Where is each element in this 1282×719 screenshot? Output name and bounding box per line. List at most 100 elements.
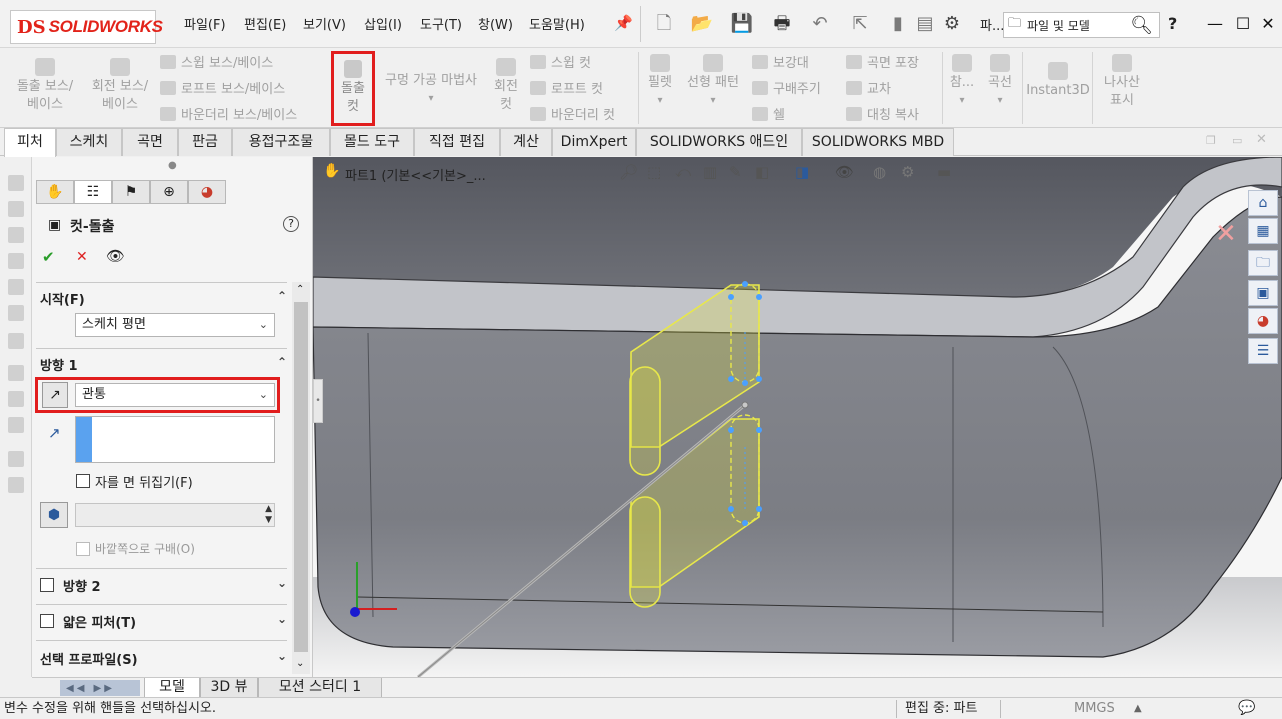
strip-tool-icon[interactable] [8,333,24,349]
strip-tool-icon[interactable] [8,417,24,433]
fillet-dropdown-icon[interactable]: ▾ [642,92,678,110]
close-document-icon[interactable]: ✕ [1256,132,1267,147]
tab-evaluate[interactable]: 계산 [500,128,552,156]
view-palette-icon[interactable]: ▣ [1248,280,1278,306]
thin-feature-section-header[interactable]: 얇은 피처(T) ⌄ [63,612,287,632]
menu-file[interactable]: 파일(F) [184,14,226,33]
intersect-button[interactable]: 교차 [846,78,891,97]
scroll-up-icon[interactable]: ⌃ [296,284,304,295]
direction1-section-header[interactable]: 방향 1 ⌃ [40,355,287,375]
menu-view[interactable]: 보기(V) [303,14,346,33]
revolve-boss-button[interactable]: 회전 보스/ 베이스 [84,58,156,114]
tab-weldments[interactable]: 용접구조물 [232,128,330,156]
zoom-to-area-icon[interactable]: ⬚ [647,163,661,181]
hide-show-icon[interactable]: 👁 [835,163,854,181]
solidworks-logo[interactable]: DS SOLIDWORKS [10,10,163,44]
tab-3d-view[interactable]: 3D 뷰 [200,678,258,698]
custom-properties-icon[interactable]: ☰ [1248,338,1278,364]
apply-scene-icon[interactable]: ⚙ [901,163,914,181]
print-icon[interactable]: 🖶 [770,12,794,36]
shell-button[interactable]: 쉘 [752,104,785,123]
minimize-icon[interactable]: — [1201,12,1229,36]
from-dropdown[interactable]: 스케치 평면 ⌄ [75,313,275,337]
curves-button[interactable]: 곡선 ▾ [982,54,1018,110]
chevron-down-icon[interactable]: ⌄ [277,612,287,626]
reference-geometry-button[interactable]: 참... ▾ [946,54,978,110]
search-field[interactable]: 🗀 파일 및 모델 🔍︎ [1003,12,1160,38]
strip-tool-icon[interactable] [8,227,24,243]
tab-solidworks-mbd[interactable]: SOLIDWORKS MBD [802,128,954,156]
menu-tools[interactable]: 도구(T) [420,14,462,33]
swept-cut-button[interactable]: 스윕 컷 [530,52,591,71]
ok-button[interactable]: ✔ [42,248,55,266]
tab-nav-arrows-icon[interactable]: ◀◀ ▶▶ [60,683,115,694]
menu-edit[interactable]: 편집(E) [244,14,286,33]
strip-tool-icon[interactable] [8,391,24,407]
open-folder-icon[interactable]: 📂 [690,12,714,36]
lofted-cut-button[interactable]: 로프트 컷 [530,78,603,97]
configuration-manager-tab-icon[interactable]: ⚑ [112,180,150,204]
display-style-icon[interactable]: ◨ [795,163,809,181]
menu-insert[interactable]: 삽입(I) [364,14,402,33]
property-manager-tab-icon[interactable]: ☷ [74,180,112,204]
draft-button[interactable]: 구배주기 [752,78,821,97]
file-explorer-icon[interactable]: 🗀 [1248,250,1278,276]
extruded-cut-button[interactable]: 돌출 컷 [331,51,375,126]
section-view-icon[interactable]: ▥ [703,163,717,181]
previous-view-icon[interactable]: ⤺ [675,163,691,181]
edit-appearance-icon[interactable]: ◍ [873,163,886,181]
design-library-icon[interactable]: ▦ [1248,218,1278,244]
curves-dropdown-icon[interactable]: ▾ [982,92,1018,110]
tab-dimxpert[interactable]: DimXpert [552,128,636,156]
hole-wizard-dropdown-icon[interactable]: ▾ [376,90,486,108]
flip-side-checkbox[interactable] [76,474,90,488]
boundary-cut-button[interactable]: 바운더리 컷 [530,104,615,123]
tile-icon[interactable]: ▭ [1232,134,1242,147]
chevron-down-icon[interactable]: ⌄ [277,649,287,663]
boundary-boss-button[interactable]: 바운더리 보스/베이스 [160,104,297,123]
units-dropdown-icon[interactable]: ▲ [1134,698,1142,719]
units-status[interactable]: MMGS [1074,698,1115,719]
strip-tool-icon[interactable] [8,175,24,191]
strip-tool-icon[interactable] [8,201,24,217]
model-view[interactable] [313,157,1282,677]
cancel-confirmation-icon[interactable]: ✕ [1215,219,1237,249]
strip-tool-icon[interactable] [8,365,24,381]
tab-mold-tools[interactable]: 몰드 도구 [330,128,414,156]
draft-angle-spinner[interactable]: ▲ ▼ [75,503,275,527]
rib-button[interactable]: 보강대 [752,52,809,71]
panel-collapse-handle[interactable]: • [313,379,323,423]
view-orientation-icon[interactable]: ◧ [755,163,769,181]
pin-icon[interactable]: 📌 [614,14,633,32]
undo-icon[interactable]: ↶ [808,12,832,36]
preview-button[interactable]: 👁 [106,247,125,265]
thin-feature-checkbox[interactable] [40,614,54,628]
draft-toggle-button[interactable]: ⬢ [40,502,68,528]
part-tree-label[interactable]: 파트1 (기본<<기본>_... [345,165,486,184]
tab-features[interactable]: 피처 [4,128,56,157]
zoom-to-fit-icon[interactable]: 🔎︎ [619,163,638,181]
rebuild-icon[interactable]: ▮ [886,12,910,36]
tab-sheet-metal[interactable]: 판금 [178,128,232,156]
panel-grip-icon[interactable]: ● [168,160,177,171]
reference-dropdown-icon[interactable]: ▾ [946,92,978,110]
file-properties-icon[interactable]: ▤ [913,12,937,36]
tab-solidworks-addins[interactable]: SOLIDWORKS 애드인 [636,128,802,156]
menu-window[interactable]: 창(W) [478,14,513,33]
search-icon[interactable]: 🔍︎ [1130,15,1153,36]
direction2-checkbox[interactable] [40,578,54,592]
options-gear-icon[interactable]: ⚙ [940,12,964,36]
search-scope-label[interactable]: 파... [980,15,1004,34]
direction2-section-header[interactable]: 방향 2 ⌄ [63,576,287,596]
tab-direct-editing[interactable]: 직접 편집 [414,128,500,156]
menu-help[interactable]: 도움말(H) [529,14,585,33]
selected-contours-section-header[interactable]: 선택 프로파일(S) ⌄ [40,649,287,669]
restore-icon[interactable]: ❐ [1206,134,1216,147]
linear-pattern-button[interactable]: 선형 패턴 ▾ [682,54,744,110]
direction-selection-box[interactable] [75,416,275,463]
tab-scroll-buttons[interactable]: ◀◀ ▶▶ [60,680,140,696]
chevron-down-icon[interactable]: ⌄ [277,576,287,590]
tab-surfaces[interactable]: 곡면 [122,128,178,156]
arrow-handle-tip[interactable] [741,401,749,409]
wrap-button[interactable]: 곡면 포장 [846,52,919,71]
